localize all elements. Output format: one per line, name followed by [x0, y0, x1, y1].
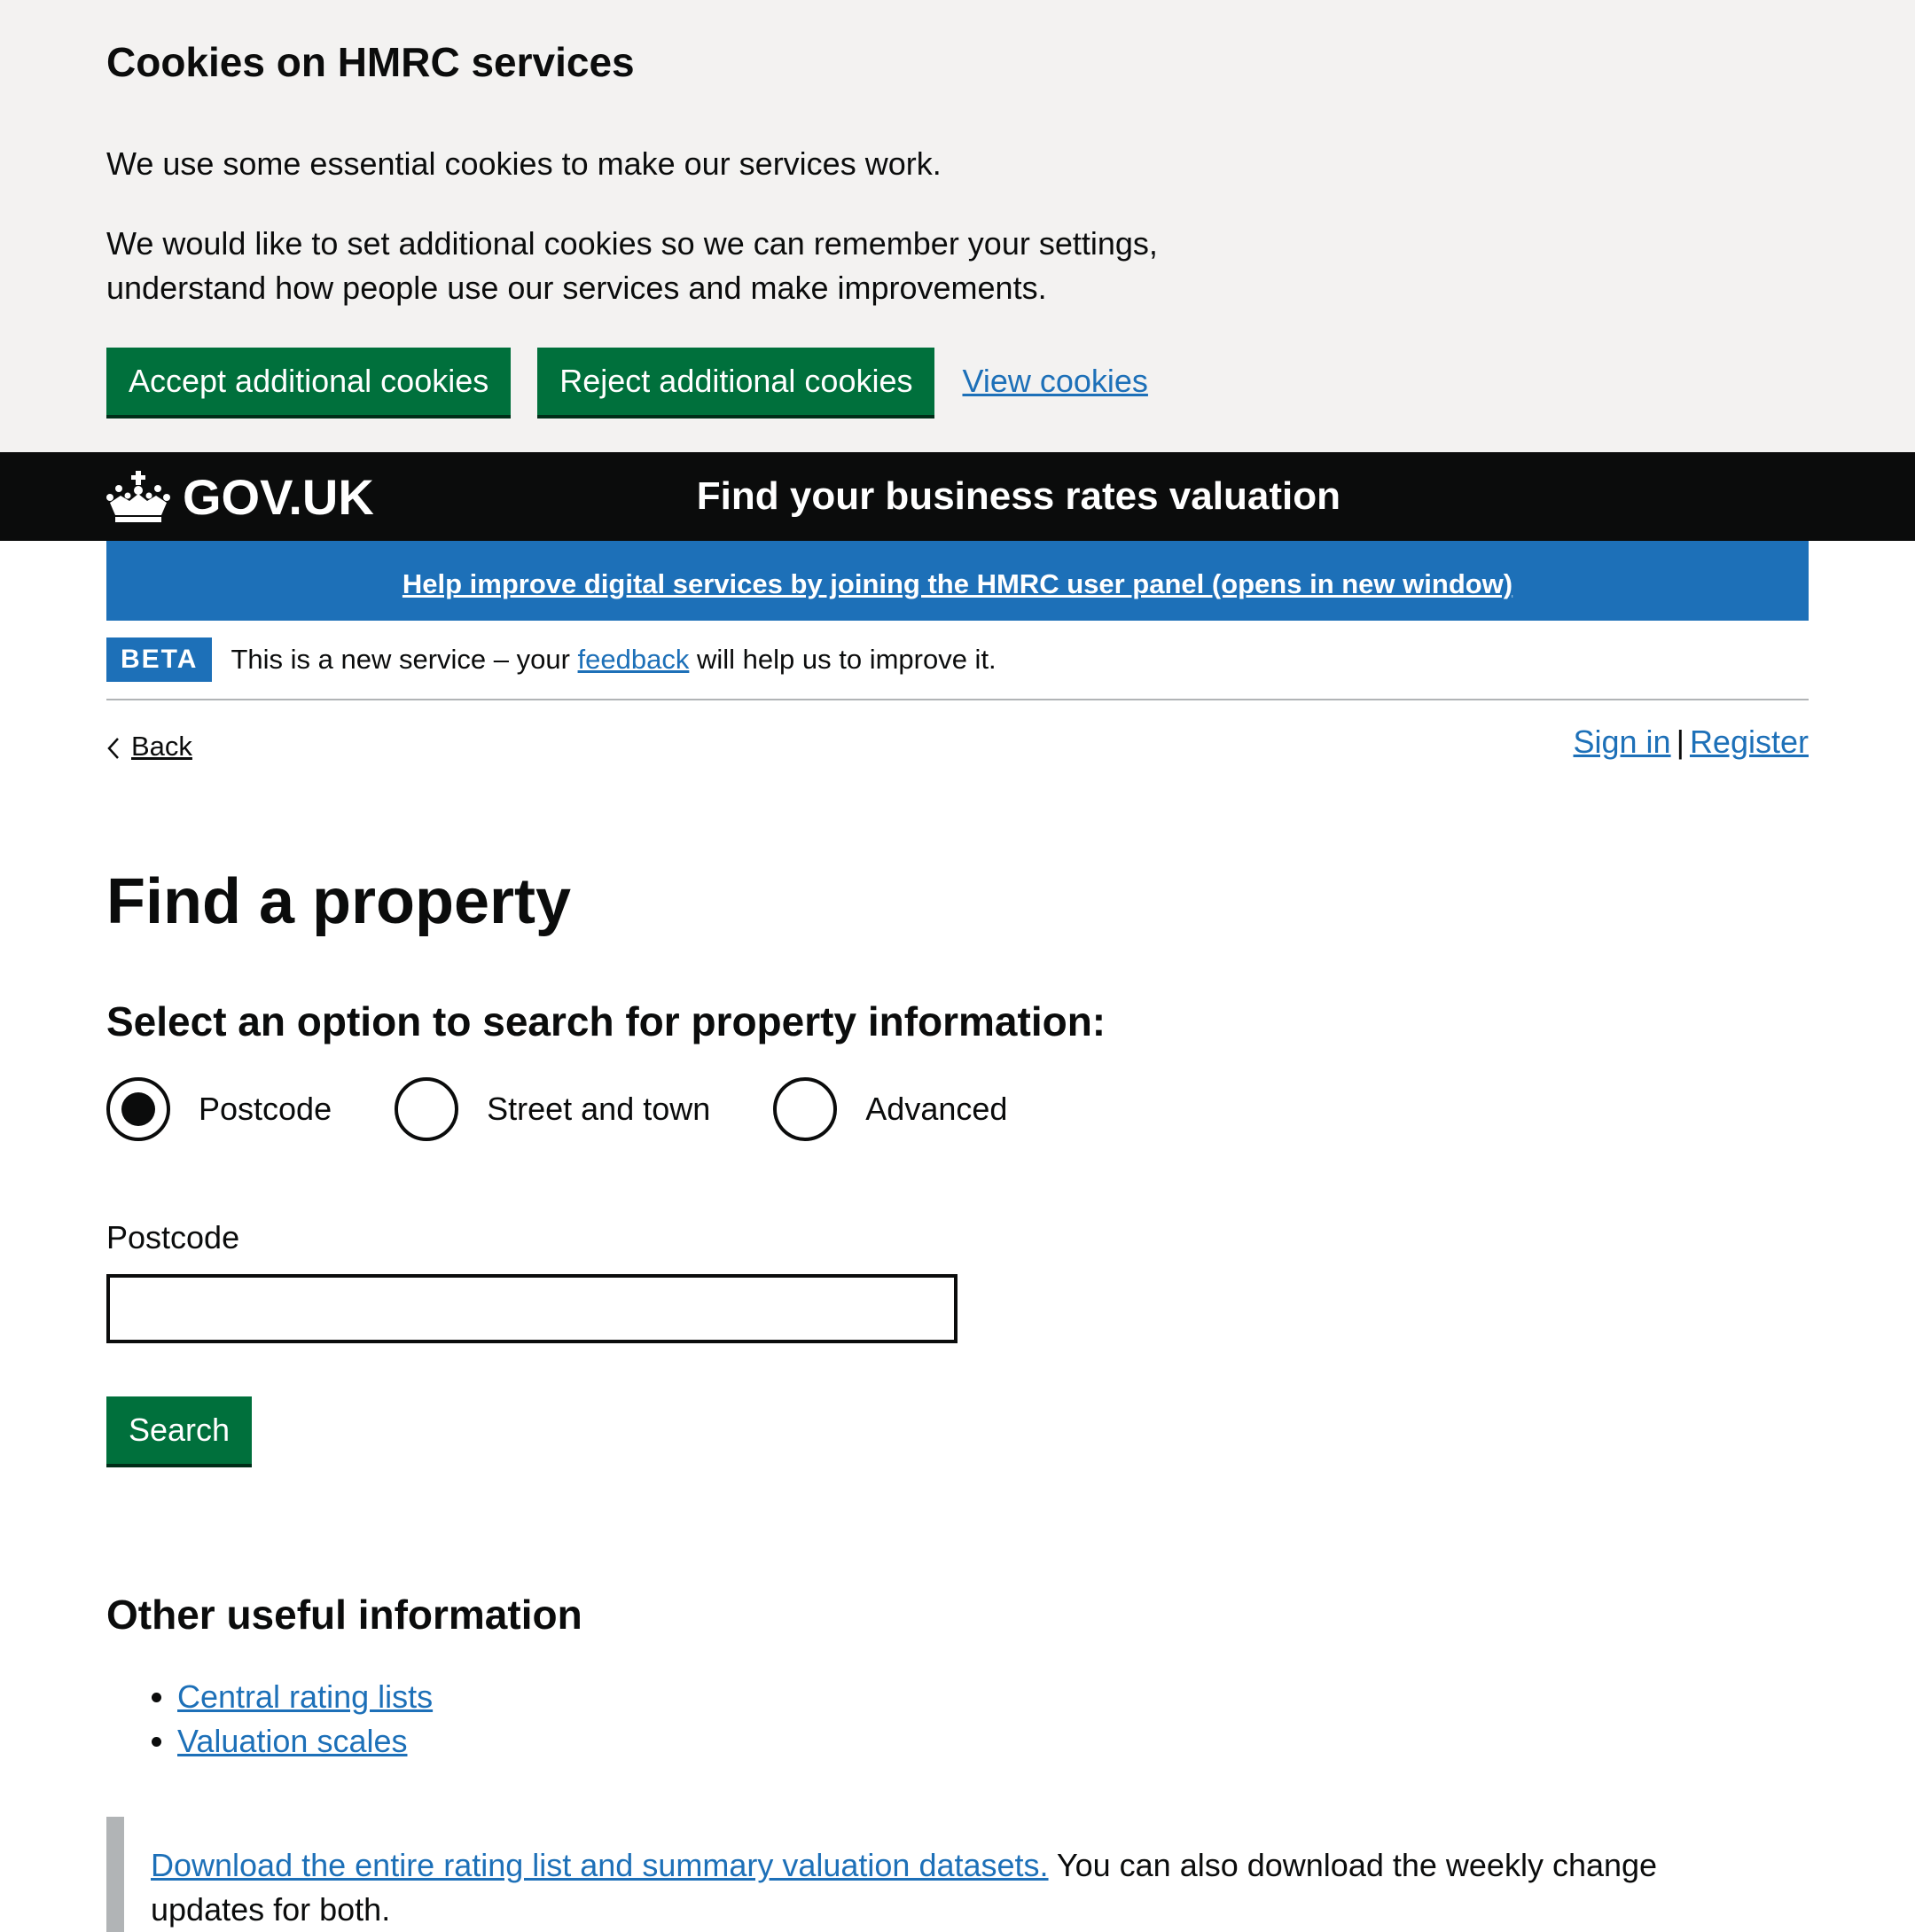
central-rating-lists-link[interactable]: Central rating lists — [177, 1678, 433, 1715]
radio-street-and-town[interactable]: Street and town — [395, 1077, 710, 1141]
radio-advanced[interactable]: Advanced — [773, 1077, 1007, 1141]
postcode-input[interactable] — [106, 1274, 958, 1343]
account-links: Sign in | Register — [1574, 724, 1809, 761]
postcode-label: Postcode — [106, 1219, 240, 1255]
other-info-heading: Other useful information — [106, 1592, 582, 1638]
useful-links-list: Central rating lists Valuation scales — [106, 1675, 1809, 1764]
radio-postcode[interactable]: Postcode — [106, 1077, 332, 1141]
chevron-left-icon — [106, 735, 121, 759]
cookie-banner-text-additional: We would like to set additional cookies … — [106, 225, 1158, 306]
phase-text-after: will help us to improve it. — [689, 644, 997, 675]
valuation-scales-link[interactable]: Valuation scales — [177, 1723, 408, 1759]
feedback-link[interactable]: feedback — [578, 644, 690, 675]
govuk-logo-text: GOV.UK — [183, 468, 374, 525]
page-title: Find a property — [106, 866, 572, 937]
beta-tag: BETA — [106, 637, 213, 682]
register-link[interactable]: Register — [1690, 724, 1809, 760]
cookie-banner: Cookies on HMRC services We use some ess… — [0, 0, 1915, 452]
radio-postcode-circle[interactable] — [106, 1077, 170, 1141]
back-link-label: Back — [131, 731, 192, 762]
list-item: Central rating lists — [177, 1675, 1809, 1719]
radio-advanced-label: Advanced — [865, 1091, 1008, 1127]
view-cookies-link[interactable]: View cookies — [962, 363, 1147, 400]
accept-cookies-button[interactable]: Accept additional cookies — [106, 348, 512, 415]
phase-text-before: This is a new service – your — [231, 644, 578, 675]
nav-row: Back Sign in | Register — [106, 700, 1809, 784]
phase-banner-text: This is a new service – your feedback wi… — [231, 644, 996, 676]
cookie-banner-text: We use some essential cookies to make ou… — [106, 145, 942, 182]
radio-street-and-town-circle[interactable] — [395, 1077, 459, 1141]
user-panel-banner: Help improve digital services by joining… — [106, 541, 1809, 621]
back-link[interactable]: Back — [106, 731, 192, 763]
radio-advanced-circle[interactable] — [773, 1077, 838, 1141]
download-datasets-link[interactable]: Download the entire rating list and summ… — [151, 1847, 1049, 1883]
user-panel-link[interactable]: Help improve digital services by joining… — [403, 568, 1512, 600]
crown-icon — [106, 471, 170, 522]
cookie-actions: Accept additional cookies Reject additio… — [106, 348, 1809, 415]
phase-banner: BETA This is a new service – your feedba… — [106, 621, 1809, 700]
service-name[interactable]: Find your business rates valuation — [697, 474, 1340, 519]
search-button[interactable]: Search — [106, 1396, 253, 1464]
govuk-logo-link[interactable]: GOV.UK — [106, 468, 374, 526]
account-separator: | — [1676, 724, 1684, 760]
search-options-legend: Select an option to search for property … — [106, 998, 1106, 1044]
site-header: GOV.UK Find your business rates valuatio… — [0, 452, 1915, 541]
radio-postcode-label: Postcode — [199, 1091, 332, 1127]
sign-in-link[interactable]: Sign in — [1574, 724, 1671, 760]
cookie-banner-title: Cookies on HMRC services — [106, 39, 635, 85]
search-option-radios: Postcode Street and town Advanced — [106, 1077, 1809, 1141]
list-item: Valuation scales — [177, 1719, 1809, 1764]
main-content: Find a property Select an option to sear… — [106, 862, 1809, 1932]
reject-cookies-button[interactable]: Reject additional cookies — [537, 348, 935, 415]
radio-street-and-town-label: Street and town — [487, 1091, 711, 1127]
